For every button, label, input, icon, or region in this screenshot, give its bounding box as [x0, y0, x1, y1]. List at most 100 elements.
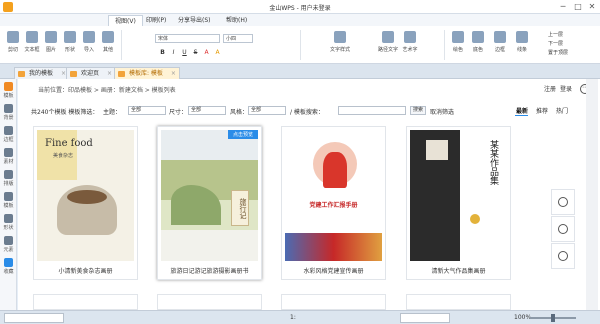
search-input[interactable] — [338, 106, 406, 115]
cut-button[interactable]: 剪切 — [3, 29, 23, 61]
art-text-button[interactable]: 艺术字 — [400, 29, 420, 61]
font-size-select[interactable]: 小四 — [223, 34, 253, 43]
sidebar-item-background[interactable]: 背景 — [1, 103, 16, 123]
textbox-button[interactable]: 文本框 — [22, 29, 42, 61]
template-name: 清新大气作品集画册 — [431, 268, 486, 275]
support-icon — [558, 197, 568, 207]
close-button[interactable]: ✕ — [585, 1, 599, 13]
template-name: 水彩风格党建宣传画册 — [303, 268, 364, 275]
template-card-travel[interactable]: 旅行记 点击预览 旅游日记游记旅游摄影画册书 — [157, 126, 262, 280]
font-color-button[interactable]: A — [202, 48, 211, 57]
cover-text: 旅行记 — [231, 190, 249, 226]
chat-icon — [558, 224, 568, 234]
sort-recommended[interactable]: 推荐 — [536, 106, 548, 115]
template-card[interactable] — [157, 294, 262, 310]
sidebar-item-template2[interactable]: 模板 — [1, 191, 16, 211]
template-icon — [4, 82, 13, 91]
tab-print[interactable]: 印刷(P) — [140, 15, 172, 26]
page-label: 1: — [290, 314, 296, 321]
style-label: 风格： — [230, 109, 249, 116]
document-tabs: 我的模板 × 欢迎页 × 模板库: 模板 × — [0, 64, 600, 79]
sidebar-item-element[interactable]: 元素 — [1, 235, 16, 255]
sidebar-item-templates[interactable]: 模板 — [1, 81, 16, 101]
line-icon — [516, 31, 528, 43]
maximize-button[interactable]: □ — [571, 1, 585, 13]
send-backward-button[interactable]: 下一层 — [548, 40, 563, 47]
ribbon-divider — [121, 30, 122, 60]
other-icon — [102, 31, 114, 43]
background-icon — [4, 104, 13, 113]
other-button[interactable]: 其他 — [98, 29, 118, 61]
sort-active-indicator — [515, 115, 528, 116]
border-button[interactable]: 边框 — [490, 29, 510, 61]
template-card-party[interactable]: 党建工作汇报手册 水彩风格党建宣传画册 — [281, 126, 386, 280]
sort-hot[interactable]: 热门 — [556, 106, 568, 115]
template-cover-image: 旅行记 — [161, 130, 258, 261]
strike-button[interactable]: S — [191, 48, 200, 57]
underline-button[interactable]: U — [180, 48, 189, 57]
size-select[interactable]: 全部 — [188, 106, 226, 115]
shape-button[interactable]: 形状 — [60, 29, 80, 61]
font-name-select[interactable]: 宋体 — [155, 34, 220, 43]
customer-service-button[interactable] — [551, 189, 575, 215]
template-name: 旅游日记游记旅游摄影画册书 — [170, 268, 249, 275]
breadcrumb: 当前位置：印品模板 > 画册：新建文档 > 模板列表 — [38, 87, 176, 94]
preview-button[interactable]: 点击预览 — [227, 130, 258, 139]
topic-select[interactable]: 全部 — [128, 106, 166, 115]
window-title: 金山WPS - 用户未登录 — [269, 5, 331, 12]
cancel-filter-link[interactable]: 取消筛选 — [430, 107, 454, 116]
sidebar-item-favorites[interactable]: 收藏 — [1, 257, 16, 277]
bring-forward-button[interactable]: 上一层 — [548, 31, 563, 38]
login-link[interactable]: 登录 — [560, 84, 572, 93]
import-button[interactable]: 导入 — [79, 29, 99, 61]
import-icon — [83, 31, 95, 43]
template-card-portfolio[interactable]: 某某作品集 清新大气作品集画册 — [406, 126, 511, 280]
register-link[interactable]: 注册 — [544, 84, 556, 93]
page-navigator[interactable] — [400, 313, 450, 323]
status-bar: 1: 100% — [0, 310, 600, 324]
folder-icon — [18, 71, 25, 77]
template-card[interactable] — [281, 294, 386, 310]
ribbon-divider — [444, 30, 445, 60]
filter-count: 共240个模板 模板筛选： — [31, 109, 99, 116]
sidebar-item-layout[interactable]: 排版 — [1, 169, 16, 189]
italic-button[interactable]: I — [169, 48, 178, 57]
vertical-scrollbar[interactable] — [586, 79, 598, 310]
cover-text: 党建工作汇报手册 — [309, 202, 358, 209]
line-button[interactable]: 线条 — [512, 29, 532, 61]
sidebar-item-border[interactable]: 边框 — [1, 125, 16, 145]
zoom-slider-handle[interactable] — [551, 314, 555, 322]
doctab-my-templates[interactable]: 我的模板 × — [14, 67, 71, 79]
template-cover-image: Fine food 美食杂志 — [37, 130, 134, 261]
sidebar-item-shape[interactable]: 形状 — [1, 213, 16, 233]
template-card-fine-food[interactable]: Fine food 美食杂志 小清新美食杂志画册 — [33, 126, 138, 280]
fill-icon — [452, 31, 464, 43]
city-skyline-image — [285, 233, 382, 261]
chat-button[interactable] — [551, 216, 575, 242]
border-icon — [4, 126, 13, 135]
template-card[interactable] — [406, 294, 511, 310]
tab-help[interactable]: 帮助(H) — [220, 15, 253, 26]
background-button[interactable]: 底色 — [468, 29, 488, 61]
doctab-template-library[interactable]: 模板库: 模板 × — [114, 67, 180, 79]
path-text-button[interactable]: 路径文字 — [378, 29, 398, 61]
bring-to-front-button[interactable]: 置于顶层 — [548, 49, 568, 56]
tab-share-export[interactable]: 分享导出(S) — [172, 15, 217, 26]
doctab-welcome[interactable]: 欢迎页 × — [66, 67, 117, 79]
search-button[interactable]: 搜索 — [410, 106, 426, 115]
tab-view[interactable]: 视图(V) — [108, 15, 143, 26]
text-style-icon — [334, 31, 346, 43]
sort-newest[interactable]: 最新 — [516, 106, 528, 115]
feedback-button[interactable] — [551, 243, 575, 269]
textbox-icon — [26, 31, 38, 43]
highlight-button[interactable]: A — [213, 48, 222, 57]
minimize-button[interactable]: ─ — [556, 1, 570, 13]
text-style-button[interactable]: 文字样式 — [330, 29, 350, 61]
fill-button[interactable]: 绘色 — [448, 29, 468, 61]
template-card[interactable] — [33, 294, 138, 310]
sidebar-item-material[interactable]: 素材 — [1, 147, 16, 167]
bold-button[interactable]: B — [158, 48, 167, 57]
image-button[interactable]: 图片 — [41, 29, 61, 61]
style-select[interactable]: 全部 — [248, 106, 286, 115]
horizontal-scrollbar[interactable] — [4, 313, 64, 323]
